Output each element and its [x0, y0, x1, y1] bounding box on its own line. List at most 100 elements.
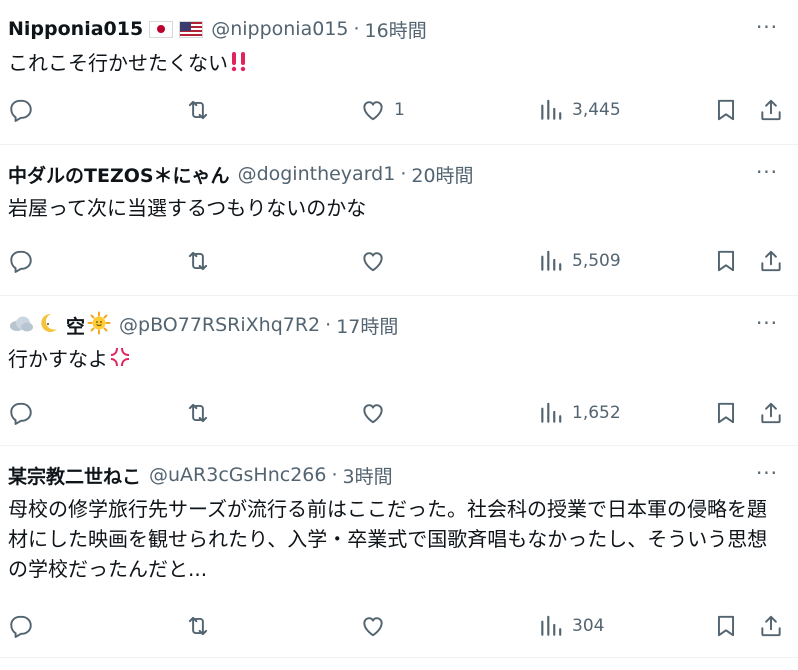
user-handle[interactable]: @uAR3cGsHnc266	[149, 464, 326, 486]
retweet-icon	[188, 616, 208, 636]
user-handle[interactable]: @pBO77RSRiXhq7R2	[119, 314, 320, 336]
tweet-text-body: これこそ行かせたくない	[8, 51, 228, 75]
display-name[interactable]: 某宗教二世ねこ	[8, 462, 141, 489]
tweet-text: 母校の修学旅行先サーズが流行る前はここだった。社会科の授業で日本軍の侵略を題材に…	[8, 497, 768, 581]
tweet[interactable]: 中ダルのTEZOS＊にゃん @dogintheyard1 · 20時間 ··· …	[0, 145, 798, 296]
tweet[interactable]: 某宗教二世ねこ @uAR3cGsHnc266 · 3時間 ··· 母校の修学旅行…	[0, 446, 798, 658]
share-icon	[761, 402, 781, 424]
tweet-actions: 1 3,445	[0, 93, 798, 127]
views-chart-icon	[541, 402, 562, 423]
share-button[interactable]	[758, 93, 784, 127]
timestamp[interactable]: 3時間	[343, 462, 393, 489]
more-options-button[interactable]: ···	[754, 159, 780, 185]
bookmark-icon	[717, 615, 735, 637]
views-chart-icon	[541, 250, 562, 271]
cloud-icon	[8, 312, 34, 339]
tweet-actions: 1,652	[0, 396, 798, 430]
reply-button[interactable]	[8, 396, 42, 430]
tweet-actions: 5,509	[0, 244, 798, 278]
tweet-text-body: 行かすなよ	[8, 347, 108, 371]
views-button[interactable]: 1,652	[538, 396, 621, 430]
heart-icon	[363, 404, 383, 424]
double-exclamation-icon	[228, 49, 250, 81]
tweet-header: Nipponia015 @nipponia015 · 16時間	[8, 14, 738, 44]
bookmark-button[interactable]	[713, 609, 739, 643]
heart-icon	[363, 101, 383, 121]
user-handle[interactable]: @dogintheyard1	[238, 163, 396, 185]
bookmark-icon	[717, 99, 735, 121]
tweet-text: 岩屋って次に当選するつもりないのかな	[8, 196, 367, 220]
views-chart-icon	[541, 99, 562, 120]
more-options-button[interactable]: ···	[754, 310, 780, 336]
tweet[interactable]: 空 @pBO77RSRiXhq7R2 · 17時間 ··· 行かすなよ 1,65…	[0, 296, 798, 446]
separator: ·	[325, 314, 332, 336]
share-button[interactable]	[758, 244, 784, 278]
bookmark-icon	[717, 402, 735, 424]
retweet-button[interactable]	[185, 609, 219, 643]
views-button[interactable]: 304	[538, 609, 604, 643]
separator: ·	[331, 464, 338, 486]
views-button[interactable]: 5,509	[538, 244, 621, 278]
tweet[interactable]: Nipponia015 @nipponia015 · 16時間 ··· これこそ…	[0, 0, 798, 145]
display-name[interactable]: Nipponia015	[8, 18, 143, 40]
bookmark-icon	[717, 250, 735, 272]
retweet-button[interactable]	[185, 244, 219, 278]
flag-usa-icon	[179, 20, 204, 38]
bookmark-button[interactable]	[713, 244, 739, 278]
share-button[interactable]	[758, 396, 784, 430]
view-count: 5,509	[572, 251, 621, 271]
share-button[interactable]	[758, 609, 784, 643]
tweet-header: 中ダルのTEZOS＊にゃん @dogintheyard1 · 20時間	[8, 159, 738, 189]
tweet-header: 空 @pBO77RSRiXhq7R2 · 17時間	[8, 310, 738, 340]
more-options-button[interactable]: ···	[754, 14, 780, 40]
tweet-text: これこそ行かせたくない	[8, 48, 778, 81]
user-handle[interactable]: @nipponia015	[211, 18, 348, 40]
share-icon	[761, 99, 781, 121]
flag-japan-icon	[149, 20, 174, 38]
like-button[interactable]	[360, 396, 394, 430]
like-count: 1	[394, 100, 405, 120]
heart-icon	[363, 252, 383, 272]
crescent-moon-icon	[36, 311, 60, 340]
share-icon	[761, 615, 781, 637]
sun-face-icon	[87, 311, 111, 340]
reply-icon	[10, 615, 32, 638]
view-count: 1,652	[572, 403, 621, 423]
reply-button[interactable]	[8, 244, 42, 278]
like-button[interactable]	[360, 244, 394, 278]
display-name[interactable]: 中ダルのTEZOS＊にゃん	[8, 161, 230, 188]
tweet-actions: 304	[0, 609, 798, 643]
heart-icon	[363, 617, 383, 637]
separator: ·	[353, 18, 360, 40]
reply-icon	[10, 99, 32, 122]
timestamp[interactable]: 17時間	[336, 312, 398, 339]
more-options-button[interactable]: ···	[754, 460, 780, 486]
retweet-icon	[188, 100, 208, 120]
reply-button[interactable]	[8, 609, 42, 643]
retweet-button[interactable]	[185, 93, 219, 127]
view-count: 3,445	[572, 100, 621, 120]
views-chart-icon	[541, 615, 562, 636]
separator: ·	[400, 163, 407, 185]
anger-symbol-icon	[108, 345, 132, 377]
timestamp[interactable]: 16時間	[365, 16, 427, 43]
like-button[interactable]: 1	[360, 93, 405, 127]
retweet-button[interactable]	[185, 396, 219, 430]
tweet-feed: Nipponia015 @nipponia015 · 16時間 ··· これこそ…	[0, 0, 798, 670]
retweet-icon	[188, 403, 208, 423]
bookmark-button[interactable]	[713, 396, 739, 430]
share-icon	[761, 250, 781, 272]
next-tweet-partial	[0, 658, 798, 670]
reply-icon	[10, 402, 32, 425]
tweet-header: 某宗教二世ねこ @uAR3cGsHnc266 · 3時間	[8, 460, 738, 490]
timestamp[interactable]: 20時間	[411, 161, 473, 188]
view-count: 304	[572, 616, 605, 636]
views-button[interactable]: 3,445	[538, 93, 621, 127]
bookmark-button[interactable]	[713, 93, 739, 127]
like-button[interactable]	[360, 609, 394, 643]
tweet-text: 行かすなよ	[8, 344, 778, 377]
reply-icon	[10, 250, 32, 273]
reply-button[interactable]	[8, 93, 42, 127]
retweet-icon	[188, 251, 208, 271]
display-name[interactable]: 空	[66, 312, 85, 339]
